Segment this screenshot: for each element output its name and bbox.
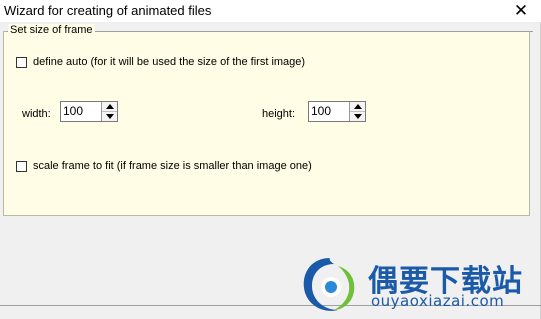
arrow-down-icon	[105, 114, 114, 119]
width-label: width:	[22, 108, 51, 120]
height-increment-button[interactable]	[350, 102, 365, 112]
watermark-url: ouyaoxiazai.com	[371, 292, 505, 310]
define-auto-checkbox[interactable]	[16, 57, 27, 68]
ouyao-logo-icon	[303, 258, 355, 311]
height-label: height:	[262, 108, 296, 120]
window-title: Wizard for creating of animated files	[4, 3, 212, 18]
height-decrement-button[interactable]	[350, 112, 365, 121]
arrow-down-icon	[353, 114, 362, 119]
scale-fit-checkbox[interactable]	[16, 161, 27, 172]
define-auto-label: define auto (for it will be used the siz…	[33, 56, 306, 68]
width-value[interactable]: 100	[63, 104, 83, 118]
arrow-up-icon	[353, 104, 362, 109]
title-bar: Wizard for creating of animated files ✕	[0, 0, 541, 22]
height-spinner[interactable]: 100	[308, 101, 366, 122]
scale-fit-label: scale frame to fit (if frame size is sma…	[33, 160, 312, 172]
width-decrement-button[interactable]	[102, 112, 117, 121]
width-increment-button[interactable]	[102, 102, 117, 112]
height-spin-buttons	[349, 102, 365, 121]
group-label: Set size of frame	[8, 24, 95, 36]
height-value[interactable]: 100	[311, 104, 331, 118]
width-spinner[interactable]: 100	[60, 101, 118, 122]
close-button[interactable]: ✕	[511, 0, 531, 22]
width-spin-buttons	[101, 102, 117, 121]
arrow-up-icon	[105, 104, 114, 109]
